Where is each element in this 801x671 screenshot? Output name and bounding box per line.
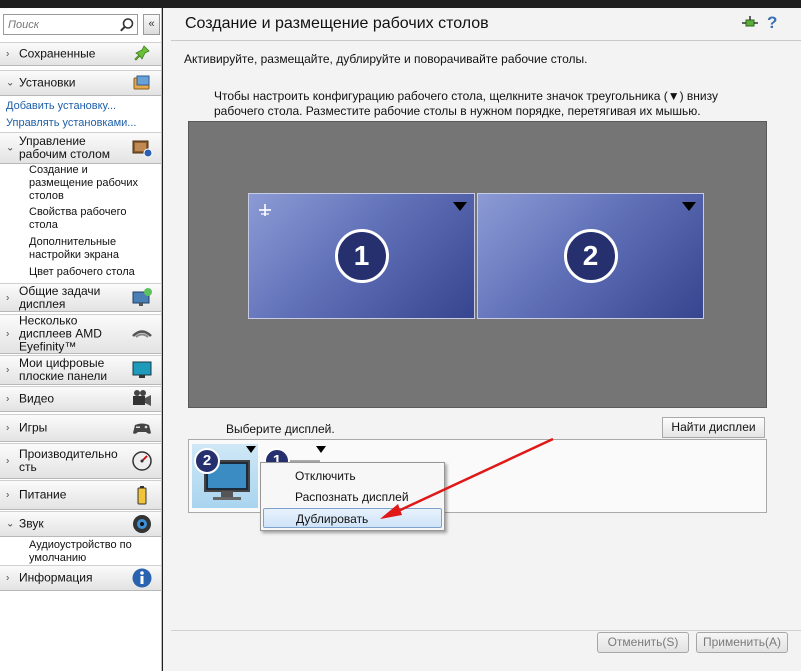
pin-page-icon[interactable] bbox=[741, 14, 759, 32]
title-divider bbox=[171, 40, 801, 41]
find-displays-button[interactable]: Найти дисплеи bbox=[662, 417, 765, 438]
sidebar-item-saved[interactable]: › Сохраненные bbox=[0, 42, 161, 66]
sidebar-item-label: Сохраненные bbox=[19, 46, 96, 61]
flat-panel-icon bbox=[132, 361, 152, 378]
sidebar-item-games[interactable]: › Игры bbox=[0, 414, 161, 442]
presets-icon bbox=[133, 75, 150, 90]
sidebar-item-power[interactable]: › Питание bbox=[0, 480, 161, 510]
eyefinity-icon bbox=[132, 330, 152, 338]
display-options-triangle-icon[interactable] bbox=[246, 446, 256, 453]
gamepad-icon bbox=[133, 423, 151, 434]
chevron-right-icon: › bbox=[6, 364, 10, 376]
desktop-layout-canvas[interactable]: 1 2 bbox=[188, 121, 767, 408]
chevron-right-icon: › bbox=[6, 455, 10, 467]
chevron-down-icon: ⌄ bbox=[6, 77, 15, 89]
primary-desktop-icon bbox=[259, 204, 271, 216]
gauge-icon bbox=[132, 451, 152, 471]
app-window: « › Сохраненные ⌄ Установки Добавить уст… bbox=[0, 0, 801, 671]
sidebar-item-label: Звук bbox=[19, 516, 44, 531]
display-tile-2[interactable]: 2 bbox=[192, 444, 258, 508]
desktop-1[interactable]: 1 bbox=[248, 193, 475, 319]
sidebar-item-sound[interactable]: ⌄ Звук bbox=[0, 511, 161, 537]
sidebar-subitem-desktop-color[interactable]: Цвет рабочего стола bbox=[29, 266, 149, 279]
display-number-badge: 2 bbox=[194, 448, 220, 474]
sidebar-item-eyefinity[interactable]: › Несколько дисплеев AMD Eyefinity™ bbox=[0, 314, 161, 354]
search-input[interactable] bbox=[4, 15, 116, 34]
footer-divider bbox=[171, 630, 801, 631]
sidebar-item-presets[interactable]: ⌄ Установки bbox=[0, 70, 161, 96]
info-icon bbox=[132, 568, 152, 588]
chevron-right-icon: › bbox=[6, 572, 10, 584]
chevron-right-icon: › bbox=[6, 393, 10, 405]
sidebar-item-digital-flat-panels[interactable]: › Мои цифровые плоские панели bbox=[0, 355, 161, 385]
sidebar: « › Сохраненные ⌄ Установки Добавить уст… bbox=[0, 8, 162, 671]
sidebar-item-label: Информация bbox=[19, 570, 93, 585]
chevron-down-icon: ⌄ bbox=[6, 518, 15, 530]
page-title: Создание и размещение рабочих столов bbox=[185, 15, 489, 32]
sidebar-item-label: Установки bbox=[19, 75, 76, 90]
select-display-label: Выберите дисплей. bbox=[226, 422, 335, 436]
video-camera-icon bbox=[133, 390, 151, 406]
sidebar-item-desktop-management[interactable]: ⌄ Управление рабочим столом bbox=[0, 132, 161, 164]
chevron-right-icon: › bbox=[6, 292, 10, 303]
display-tasks-icon bbox=[132, 287, 152, 306]
sidebar-item-label: Несколько дисплеев AMD Eyefinity™ bbox=[19, 313, 102, 354]
display-options-triangle-icon[interactable] bbox=[316, 446, 326, 453]
sidebar-subitem-default-audio[interactable]: Аудиоустройство по умолчанию bbox=[29, 539, 149, 565]
sidebar-item-video[interactable]: › Видео bbox=[0, 386, 161, 412]
pin-icon bbox=[134, 45, 150, 61]
sidebar-item-label: Производительно сть bbox=[19, 447, 118, 474]
sidebar-subitem-desktop-properties[interactable]: Свойства рабочего стола bbox=[29, 206, 149, 232]
menu-item-duplicate[interactable]: Дублировать bbox=[263, 508, 442, 528]
sidebar-item-label: Питание bbox=[19, 487, 67, 502]
sidebar-subitem-advanced-settings[interactable]: Дополнительные настройки экрана bbox=[29, 236, 149, 262]
chevron-down-icon: ⌄ bbox=[6, 142, 15, 154]
help-button[interactable]: ? bbox=[767, 13, 777, 33]
manage-presets-link[interactable]: Управлять установками... bbox=[6, 117, 136, 129]
sidebar-item-label: Игры bbox=[19, 420, 48, 435]
desktop-options-triangle-icon[interactable] bbox=[682, 202, 696, 211]
chevron-right-icon: › bbox=[6, 422, 10, 434]
cancel-button[interactable]: Отменить(S) bbox=[597, 632, 689, 653]
collapse-sidebar-button[interactable]: « bbox=[143, 14, 160, 35]
chevron-right-icon: › bbox=[6, 328, 10, 340]
main-panel: Создание и размещение рабочих столов ? А… bbox=[163, 8, 801, 671]
sidebar-item-info[interactable]: › Информация bbox=[0, 565, 161, 591]
menu-item-disable[interactable]: Отключить bbox=[263, 466, 442, 486]
sidebar-subitem-create-desktops[interactable]: Создание и размещение рабочих столов bbox=[29, 164, 149, 203]
desktop-management-icon bbox=[132, 140, 153, 158]
sidebar-item-common-display-tasks[interactable]: › Общие задачи дисплея bbox=[0, 283, 161, 312]
sidebar-item-label: Мои цифровые плоские панели bbox=[19, 356, 108, 383]
sidebar-item-label: Общие задачи дисплея bbox=[19, 283, 101, 311]
speaker-icon bbox=[133, 515, 151, 533]
display-context-menu: Отключить Распознать дисплей Дублировать bbox=[260, 462, 445, 531]
sidebar-item-label: Видео bbox=[19, 391, 55, 406]
sidebar-item-label: Управление рабочим столом bbox=[19, 134, 111, 161]
desktop-2[interactable]: 2 bbox=[477, 193, 704, 319]
page-description: Активируйте, размещайте, дублируйте и по… bbox=[184, 52, 588, 66]
sidebar-item-performance[interactable]: › Производительно сть bbox=[0, 443, 161, 479]
chevron-right-icon: › bbox=[6, 48, 10, 60]
apply-button[interactable]: Применить(A) bbox=[696, 632, 788, 653]
chevron-right-icon: › bbox=[6, 489, 10, 501]
desktop-number-badge: 1 bbox=[334, 229, 389, 283]
menu-item-identify-display[interactable]: Распознать дисплей bbox=[263, 487, 442, 507]
instruction-text: Чтобы настроить конфигурацию рабочего ст… bbox=[214, 89, 718, 118]
battery-icon bbox=[137, 486, 147, 505]
desktop-options-triangle-icon[interactable] bbox=[453, 202, 467, 211]
desktop-number-badge: 2 bbox=[563, 229, 618, 283]
search-box bbox=[3, 14, 138, 35]
search-icon[interactable] bbox=[119, 17, 135, 33]
add-preset-link[interactable]: Добавить установку... bbox=[6, 100, 116, 112]
